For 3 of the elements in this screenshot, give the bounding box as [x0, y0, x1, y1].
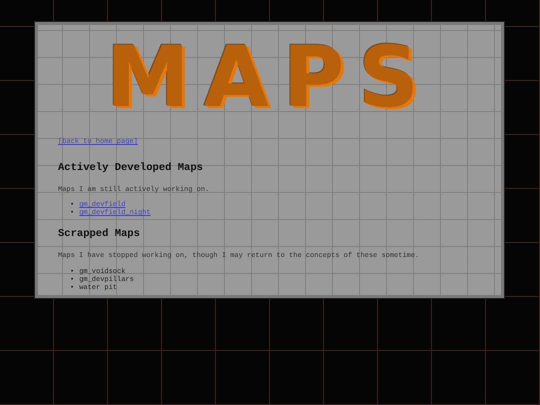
section-heading: Scrapped Maps — [58, 227, 141, 242]
logo-title: MAPS — [105, 31, 434, 123]
section-heading: Actively Developed Maps — [58, 161, 204, 176]
